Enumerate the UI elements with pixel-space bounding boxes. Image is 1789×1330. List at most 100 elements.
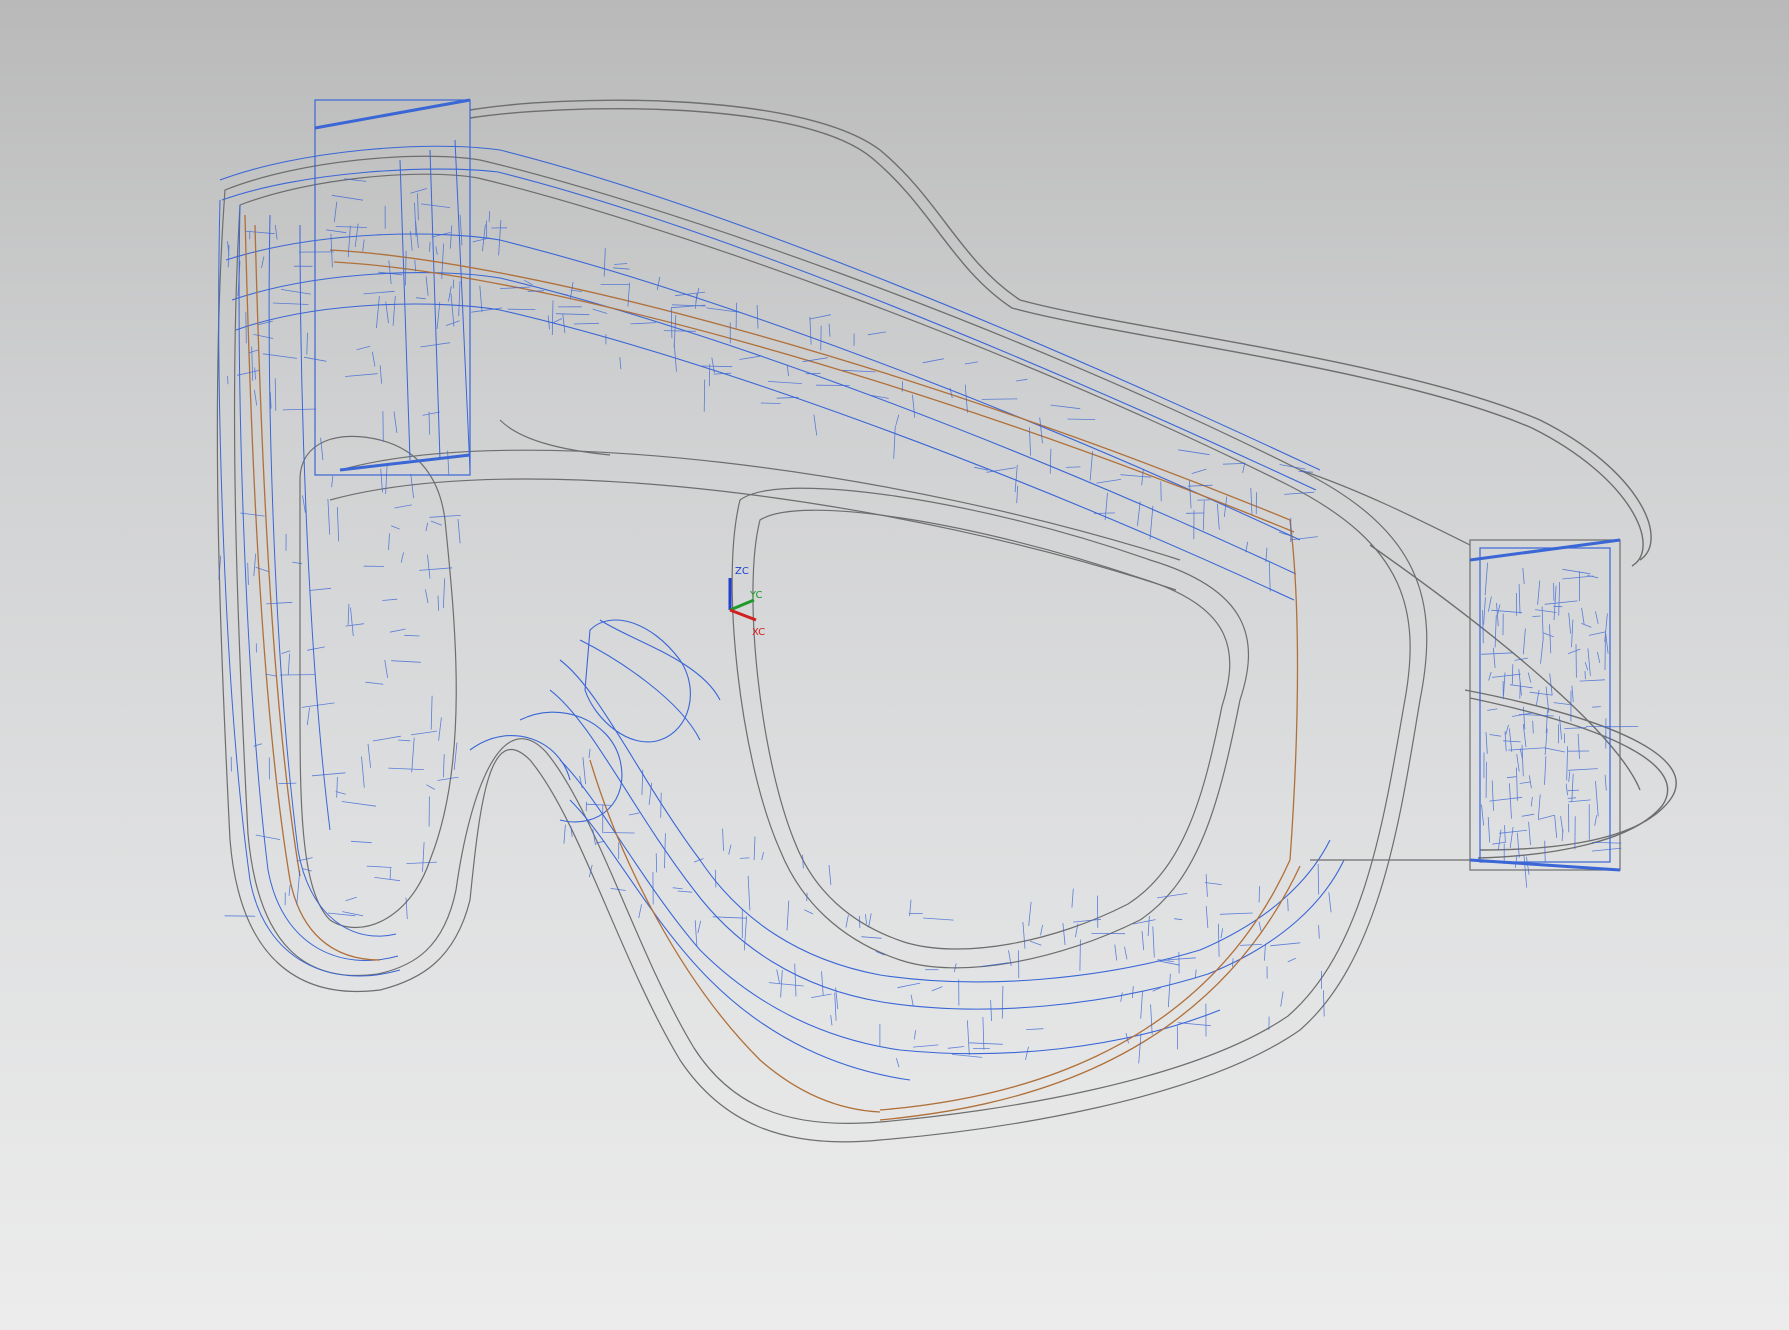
- mesh-segment: [390, 525, 400, 530]
- mesh-segment: [404, 634, 420, 637]
- mesh-segment: [261, 256, 265, 269]
- mesh-segment: [411, 737, 415, 773]
- mesh-segment: [443, 578, 445, 609]
- mesh-segment: [1519, 681, 1521, 699]
- mesh-segment: [356, 345, 371, 351]
- mesh-segment: [1323, 990, 1325, 1017]
- mesh-segment: [443, 754, 445, 778]
- mesh-segment: [331, 475, 334, 488]
- mesh-segment: [694, 920, 698, 947]
- mesh-segment: [949, 387, 953, 399]
- mesh-segment: [410, 730, 437, 736]
- mesh-segment: [1157, 893, 1188, 899]
- mesh-segment: [922, 358, 944, 364]
- mesh-segment: [614, 263, 628, 265]
- mesh-segment: [307, 646, 325, 651]
- mesh-segment: [1152, 926, 1155, 958]
- wcs-triad[interactable]: ZC YC XC: [728, 566, 765, 638]
- mesh-segment: [350, 607, 354, 637]
- mesh-segment: [603, 832, 635, 834]
- goggles-wireframe-model[interactable]: ZC YC XC: [0, 0, 1789, 1330]
- mesh-segment: [388, 533, 390, 551]
- mesh-segment: [1489, 734, 1501, 737]
- mesh-segment: [1104, 492, 1108, 521]
- mesh-segment: [1497, 829, 1502, 851]
- mesh-segment: [811, 993, 832, 998]
- mesh-segment: [376, 296, 380, 329]
- mesh-segment: [805, 372, 821, 375]
- graphics-viewport[interactable]: ZC YC XC: [0, 0, 1789, 1330]
- mesh-segment: [347, 603, 350, 625]
- mesh-segment: [1565, 783, 1568, 796]
- mesh-segment: [562, 313, 566, 334]
- mesh-segment: [415, 297, 426, 300]
- mesh-segment: [1140, 991, 1143, 1019]
- mesh-segment: [1287, 898, 1289, 912]
- mesh-segment: [311, 772, 346, 777]
- mesh-segment: [1592, 706, 1601, 708]
- mesh-segment: [1537, 580, 1541, 605]
- mesh-segment: [410, 473, 414, 499]
- mesh-segment: [274, 378, 277, 411]
- mesh-segment: [1187, 484, 1213, 487]
- mesh-segment: [1605, 630, 1609, 654]
- mesh-segment: [430, 695, 433, 730]
- y-axis-label: YC: [749, 590, 763, 601]
- mesh-segment: [333, 201, 338, 223]
- mesh-segment: [588, 748, 591, 759]
- mesh-segment: [1178, 449, 1210, 456]
- mesh-segment: [1559, 716, 1562, 740]
- mesh-segment: [914, 1030, 916, 1040]
- mesh-segment: [1521, 813, 1535, 817]
- mesh-segment: [912, 394, 916, 418]
- mesh-segment: [655, 853, 658, 873]
- x-axis-label: XC: [752, 627, 765, 638]
- mesh-segment: [278, 782, 297, 785]
- mesh-segment: [555, 292, 568, 296]
- mesh-segment: [555, 313, 590, 316]
- mesh-segment: [1491, 609, 1523, 614]
- mesh-segment: [437, 776, 459, 781]
- mesh-segment: [488, 211, 490, 222]
- mesh-segment: [982, 1017, 985, 1050]
- mesh-segment: [990, 1000, 992, 1022]
- mesh-segment: [306, 707, 310, 726]
- mesh-segment: [437, 595, 439, 611]
- mesh-segment: [385, 464, 388, 494]
- mesh-segment: [281, 650, 291, 654]
- mesh-segment: [1535, 609, 1557, 613]
- mesh-segment: [677, 890, 693, 893]
- mesh-segment: [1016, 485, 1019, 504]
- mesh-segment: [1604, 774, 1607, 791]
- mesh-segment: [1079, 939, 1081, 971]
- mesh-segment: [1073, 918, 1102, 923]
- mesh-segment: [1509, 684, 1533, 689]
- mesh-segment: [809, 314, 831, 320]
- mesh-segment: [1597, 651, 1601, 663]
- mesh-segment: [859, 915, 861, 928]
- mesh-segment: [247, 562, 249, 585]
- mesh-segment: [713, 372, 732, 375]
- mesh-segment: [1191, 468, 1207, 474]
- mesh-segment: [425, 276, 429, 296]
- mesh-segment: [865, 914, 867, 925]
- mesh-segment: [406, 861, 437, 864]
- surface-mesh: [218, 178, 1639, 1068]
- mesh-segment: [438, 717, 442, 741]
- mesh-segment: [1529, 691, 1553, 696]
- mesh-segment: [347, 225, 351, 258]
- mesh-segment: [1089, 451, 1093, 481]
- mesh-segment: [365, 681, 384, 685]
- mesh-segment: [1075, 923, 1079, 938]
- mesh-segment: [697, 920, 702, 934]
- mesh-segment: [714, 869, 717, 888]
- mesh-segment: [1279, 464, 1306, 470]
- mesh-segment: [931, 986, 943, 992]
- mesh-segment: [893, 425, 896, 459]
- mesh-segment: [663, 330, 696, 332]
- mesh-segment: [1149, 505, 1154, 540]
- mesh-segment: [1150, 1004, 1153, 1035]
- mesh-segment: [414, 202, 417, 237]
- mesh-segment: [1568, 768, 1598, 771]
- mesh-segment: [1508, 728, 1513, 752]
